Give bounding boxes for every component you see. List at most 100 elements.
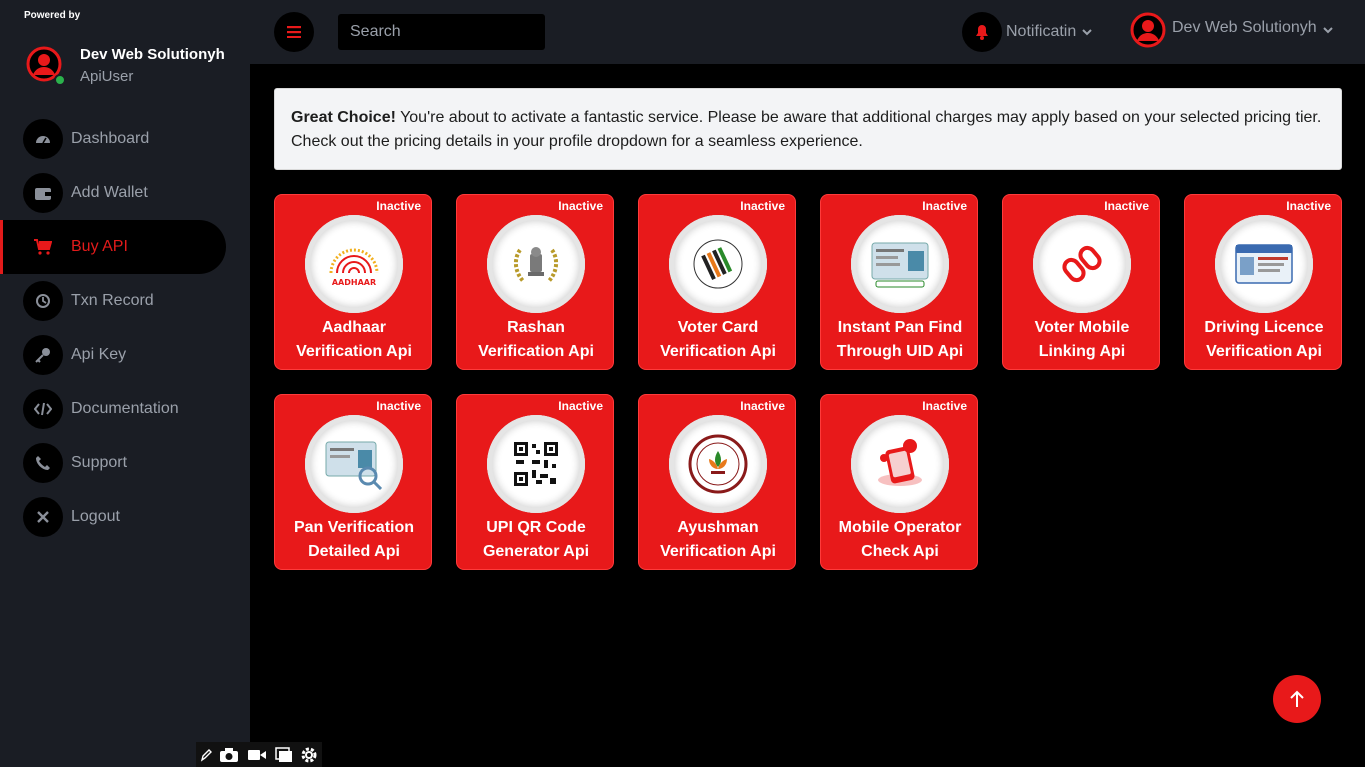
api-card-pan-verification[interactable]: Inactive Pan Verification Detailed Api	[274, 394, 432, 570]
sidebar-profile: Dev Web Solutionyh ApiUser	[26, 46, 225, 86]
card-title-line: UPI QR Code	[486, 519, 586, 536]
top-bar: Notificatin Dev Web Solutionyh	[250, 0, 1365, 64]
sidebar-item-label: Support	[71, 454, 128, 471]
status-badge: Inactive	[922, 199, 967, 213]
qr-logo	[487, 415, 585, 513]
scroll-to-top-button[interactable]	[1273, 675, 1321, 723]
sidebar-item-add-wallet[interactable]: Add Wallet	[0, 166, 250, 220]
sidebar-item-label: Logout	[71, 508, 120, 525]
close-icon	[23, 497, 63, 537]
status-badge: Inactive	[740, 399, 785, 413]
card-title-line: Verification Api	[478, 343, 594, 360]
card-title-line: Verification Api	[660, 543, 776, 560]
card-title: Voter Card Verification Api	[639, 316, 797, 364]
card-title: Aadhaar Verification Api	[275, 316, 433, 364]
api-card-voter-mobile[interactable]: Inactive Voter Mobile Linking Api	[1002, 194, 1160, 370]
video-icon[interactable]	[247, 748, 267, 762]
card-title-line: Through UID Api	[836, 343, 964, 360]
sidebar: Powered by Dev Web Solutionyh ApiUser Da…	[0, 0, 250, 767]
sidebar-item-label: Dashboard	[71, 130, 150, 147]
gauge-icon	[23, 119, 63, 159]
card-title: UPI QR Code Generator Api	[457, 516, 615, 564]
sidebar-item-logout[interactable]: Logout	[0, 490, 250, 544]
sidebar-item-txn-record[interactable]: Txn Record	[0, 274, 250, 328]
history-icon	[23, 281, 63, 321]
pan-detail-logo	[305, 415, 403, 513]
card-title-line: Voter Card	[677, 319, 759, 336]
api-card-upi-qr[interactable]: Inactive UPI QR Code Generator Api	[456, 394, 614, 570]
chevron-down-icon	[1322, 26, 1333, 33]
api-card-mobile-operator[interactable]: Inactive Mobile Operator Check Api	[820, 394, 978, 570]
online-status-dot	[54, 74, 66, 86]
powered-by-label: Powered by	[24, 10, 81, 21]
key-icon	[23, 335, 63, 375]
gear-icon[interactable]	[300, 746, 318, 764]
code-icon	[23, 389, 63, 429]
api-card-rashan[interactable]: Inactive Rashan Verification Api	[456, 194, 614, 370]
card-title-line: Driving Licence	[1204, 319, 1324, 336]
aadhaar-logo: AADHAAR	[305, 215, 403, 313]
phone-icon	[23, 443, 63, 483]
sidebar-user-name: Dev Web Solutionyh	[80, 46, 225, 63]
api-card-instant-pan[interactable]: Inactive Instant Pan Find Through UID Api	[820, 194, 978, 370]
sidebar-item-label: Add Wallet	[71, 184, 148, 201]
sidebar-item-documentation[interactable]: Documentation	[0, 382, 250, 436]
api-card-voter-card[interactable]: Inactive Voter Card Verification Api	[638, 194, 796, 370]
screen-tools-bar	[196, 742, 322, 767]
card-title: Voter Mobile Linking Api	[1003, 316, 1161, 364]
card-title: Mobile Operator Check Api	[821, 516, 979, 564]
sidebar-user-role: ApiUser	[80, 68, 134, 85]
search-input[interactable]	[338, 14, 545, 50]
status-badge: Inactive	[922, 399, 967, 413]
cart-icon	[23, 227, 63, 267]
sidebar-item-label: Documentation	[71, 400, 179, 417]
sidebar-item-label: Txn Record	[71, 292, 154, 309]
api-card-aadhaar[interactable]: Inactive AADHAAR Aadhaar Verification Api	[274, 194, 432, 370]
card-title: Rashan Verification Api	[457, 316, 615, 364]
pencil-icon[interactable]	[200, 748, 212, 762]
emblem-logo	[487, 215, 585, 313]
card-title-line: Voter Mobile	[1034, 319, 1130, 336]
sidebar-item-dashboard[interactable]: Dashboard	[0, 112, 250, 166]
pan-card-logo	[851, 215, 949, 313]
status-badge: Inactive	[558, 199, 603, 213]
licence-logo	[1215, 215, 1313, 313]
card-title-line: Ayushman	[677, 519, 759, 536]
card-title: Instant Pan Find Through UID Api	[821, 316, 979, 364]
arrow-up-icon	[1290, 690, 1304, 707]
card-title-line: Verification Api	[296, 343, 412, 360]
camera-icon[interactable]	[219, 747, 239, 763]
card-title-line: Mobile Operator	[838, 519, 962, 536]
card-title-line: Generator Api	[482, 543, 590, 560]
status-badge: Inactive	[376, 199, 421, 213]
sidebar-item-support[interactable]: Support	[0, 436, 250, 490]
card-title-line: Rashan	[507, 319, 565, 336]
menu-toggle-button[interactable]	[274, 12, 314, 52]
sidebar-item-buy-api[interactable]: Buy API	[0, 220, 226, 274]
card-title-line: Instant Pan Find	[837, 319, 963, 336]
status-badge: Inactive	[376, 399, 421, 413]
card-title: Ayushman Verification Api	[639, 516, 797, 564]
user-dropdown[interactable]: Dev Web Solutionyh	[1130, 12, 1333, 48]
alert-bold: Great Choice!	[291, 109, 396, 126]
user-circle-icon	[1130, 12, 1166, 48]
card-title-line: Aadhaar	[321, 319, 387, 336]
sidebar-item-api-key[interactable]: Api Key	[0, 328, 250, 382]
card-title-line: Pan Verification	[293, 519, 415, 536]
card-title: Driving Licence Verification Api	[1185, 316, 1343, 364]
info-alert: Great Choice! You're about to activate a…	[274, 88, 1342, 170]
alert-text: You're about to activate a fantastic ser…	[291, 109, 1322, 150]
api-card-driving-licence[interactable]: Inactive Driving Licence Verification Api	[1184, 194, 1342, 370]
mobile-operator-logo	[851, 415, 949, 513]
notification-dropdown[interactable]: Notificatin	[962, 12, 1092, 52]
avatar[interactable]	[26, 46, 66, 86]
hamburger-icon	[287, 26, 301, 38]
link-logo	[1033, 215, 1131, 313]
card-title-line: Verification Api	[660, 343, 776, 360]
api-card-ayushman[interactable]: Inactive Ayushman Verification Api	[638, 394, 796, 570]
window-icon[interactable]	[274, 746, 293, 763]
card-title: Pan Verification Detailed Api	[275, 516, 433, 564]
ayushman-logo	[669, 415, 767, 513]
notification-label: Notificatin	[1006, 23, 1077, 40]
sidebar-item-label: Api Key	[71, 346, 127, 363]
